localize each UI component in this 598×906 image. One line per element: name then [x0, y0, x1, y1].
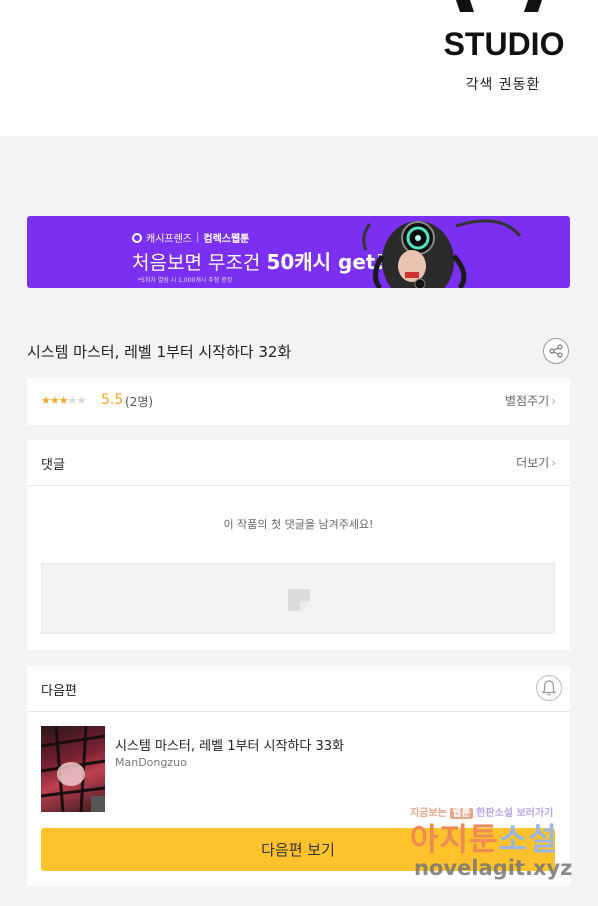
rating-stars: ★★★★★	[41, 394, 87, 407]
comments-header: 댓글 더보기 ›	[27, 440, 570, 486]
next-episode-card: 다음편 시스템 마스터, 레벨 1부터 시작하다 33화 ManDongzuo …	[27, 666, 570, 886]
thumbnail-illustration	[41, 726, 105, 812]
comments-title: 댓글	[41, 458, 65, 473]
comments-more-button[interactable]: 더보기 ›	[516, 454, 556, 471]
studio-logo-text: STUDIO	[444, 26, 564, 60]
rating-count: (2명)	[125, 395, 154, 409]
episode-title: 시스템 마스터, 레벨 1부터 시작하다 32화	[27, 343, 292, 361]
star-empty-icon: ★	[76, 394, 87, 407]
comment-input-area[interactable]	[41, 563, 555, 634]
star-filled-icon: ★	[49, 394, 60, 407]
banner-headline: 처음보면 무조건 50캐시 get!!	[132, 246, 394, 275]
header-area: STUDIO 각색 권동환	[0, 0, 598, 136]
chevron-right-icon: ›	[551, 456, 556, 470]
studio-logo: STUDIO	[444, 0, 564, 60]
rating-card: ★★★★★ 5.5 (2명) 별점주기 ›	[27, 378, 570, 425]
promo-banner[interactable]: 캐시프렌즈 | 컴렉스웹툰 처음보면 무조건 50캐시 get!! *5회차 열…	[27, 216, 570, 288]
adaptation-credit: 각색 권동환	[465, 77, 541, 93]
rate-label: 별점주기	[505, 394, 550, 408]
next-episode-button[interactable]: 다음편 보기	[41, 828, 555, 871]
comments-empty-text: 이 작품의 첫 댓글을 남겨주세요!	[223, 518, 374, 531]
next-episode-thumbnail[interactable]	[41, 726, 105, 812]
star-filled-icon: ★	[58, 394, 69, 407]
banner-brand-2: 컴렉스웹툰	[203, 234, 250, 245]
chevron-right-icon: ›	[551, 394, 556, 408]
next-episode-title[interactable]: 시스템 마스터, 레벨 1부터 시작하다 33화	[115, 735, 344, 754]
next-episode-section-title: 다음편	[41, 684, 77, 699]
cash-friends-logo-icon	[132, 232, 142, 243]
notification-bell-button[interactable]	[536, 675, 562, 701]
bell-icon	[542, 680, 556, 696]
next-episode-header: 다음편	[27, 666, 570, 712]
share-button[interactable]	[543, 338, 569, 364]
comments-card: 댓글 더보기 › 이 작품의 첫 댓글을 남겨주세요!	[27, 440, 570, 650]
banner-character-illustration	[362, 219, 522, 288]
rating-score: 5.5	[101, 392, 124, 408]
next-episode-author: ManDongzuo	[115, 756, 187, 769]
rate-button[interactable]: 별점주기 ›	[505, 392, 556, 409]
comment-placeholder-icon	[288, 589, 310, 611]
star-empty-icon: ★	[67, 394, 78, 407]
banner-note: *5회차 열람 시 1,000캐시 추첨 증정	[138, 277, 233, 284]
banner-brand-1: 캐시프렌즈	[146, 234, 192, 245]
share-icon	[549, 344, 563, 358]
banner-brand-sep: |	[196, 232, 200, 243]
star-filled-icon: ★	[41, 394, 51, 407]
banner-headline-pre: 처음보면 무조건	[132, 252, 267, 274]
comments-more-label: 더보기	[516, 456, 550, 470]
banner-brand: 캐시프렌즈 | 컴렉스웹툰	[132, 230, 249, 245]
